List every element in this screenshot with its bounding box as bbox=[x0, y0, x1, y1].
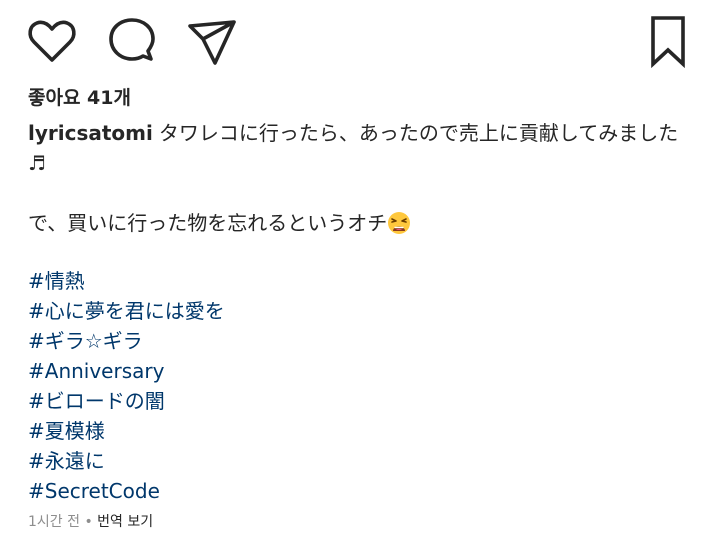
hashtag-link[interactable]: #Anniversary bbox=[28, 356, 692, 386]
post-meta: 1시간 전 • 번역 보기 bbox=[28, 511, 153, 533]
caption-username[interactable]: lyricsatomi bbox=[28, 121, 153, 145]
caption-text-line2: で、買いに行った物を忘れるというオチ bbox=[28, 211, 388, 235]
likes-count[interactable]: 좋아요 41개 bbox=[28, 84, 131, 112]
comment-button[interactable] bbox=[106, 16, 158, 68]
like-button[interactable] bbox=[26, 16, 78, 68]
hashtag-link[interactable]: #夏模様 bbox=[28, 416, 692, 446]
hashtag-list: #情熱 #心に夢を君には愛を #ギラ☆ギラ #Anniversary #ビロード… bbox=[28, 266, 692, 506]
hashtag-link[interactable]: #ビロードの闇 bbox=[28, 386, 692, 416]
hashtag-link[interactable]: #SecretCode bbox=[28, 476, 692, 506]
save-button[interactable] bbox=[641, 14, 695, 68]
share-button[interactable] bbox=[186, 16, 238, 68]
post-action-bar bbox=[0, 0, 720, 80]
hashtag-link[interactable]: #情熱 bbox=[28, 266, 692, 296]
post-caption: lyricsatomi タワレコに行ったら、あったので売上に貢献してみました♬ で… bbox=[28, 118, 692, 238]
see-translation-link[interactable]: 번역 보기 bbox=[97, 514, 153, 530]
caption-first-line: lyricsatomi タワレコに行ったら、あったので売上に貢献してみました♬ bbox=[28, 118, 692, 178]
hashtag-link[interactable]: #永遠に bbox=[28, 446, 692, 476]
bookmark-icon bbox=[651, 16, 685, 68]
comment-bubble-icon bbox=[109, 18, 155, 61]
meta-separator: • bbox=[84, 514, 93, 530]
paper-plane-icon bbox=[188, 20, 236, 65]
post-timestamp: 1시간 전 bbox=[28, 514, 80, 530]
heart-icon bbox=[28, 20, 76, 62]
hashtag-link[interactable]: #心に夢を君には愛を bbox=[28, 296, 692, 326]
caption-line2: で、買いに行った物を忘れるというオチ bbox=[28, 208, 692, 238]
tired-face-emoji-icon bbox=[388, 212, 411, 234]
hashtag-link[interactable]: #ギラ☆ギラ bbox=[28, 326, 692, 356]
